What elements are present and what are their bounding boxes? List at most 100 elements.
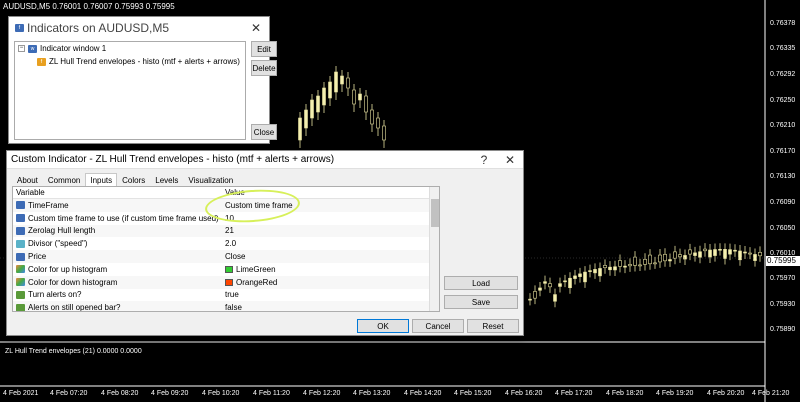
time-tick-label: 4 Feb 08:20 [101,390,139,397]
variable-cell: Custom time frame to use (if custom time… [13,214,223,223]
variable-cell: Zerolag Hull length [13,226,223,235]
grid-row[interactable]: Price Close [13,250,439,263]
variable-label: Color for up histogram [28,264,108,274]
time-tick-label: 4 Feb 14:20 [404,390,442,397]
price-tick-label: 0.76250 [770,97,796,104]
tab-levels[interactable]: Levels [150,173,183,186]
value-cell[interactable]: 21 [223,226,439,235]
variable-label: Turn alerts on? [28,290,82,300]
candle-body [304,109,308,129]
grid-row[interactable]: Alerts on still opened bar? false [13,301,439,312]
candle-body [748,252,752,255]
value-cell[interactable]: true [223,290,439,299]
candle-body [538,287,542,291]
indicator-icon: f [15,24,24,32]
close-button[interactable]: Close [251,124,277,140]
price-tick-label: 0.75930 [770,301,796,308]
price-tick-label: 0.75890 [770,326,796,333]
tab-inputs[interactable]: Inputs [85,173,118,186]
value-cell[interactable]: 2.0 [223,239,439,248]
candle-body [733,249,737,252]
candle-body [358,93,362,101]
grid-row[interactable]: Color for down histogram OrangeRed [13,275,439,289]
save-button[interactable]: Save [444,295,518,309]
ok-button[interactable]: OK [357,319,409,333]
indicator-tree[interactable]: − w Indicator window 1 f ZL Hull Trend e… [14,41,246,140]
color-type-icon [16,265,25,274]
value-cell[interactable]: false [223,303,439,312]
tree-item-label: ZL Hull Trend envelopes - histo (mtf + a… [49,57,240,66]
help-icon[interactable]: ? [471,150,497,170]
candle-body [633,256,637,266]
current-price-tag: 0.75995 [766,256,800,266]
grid-row[interactable]: Divisor ("speed") 2.0 [13,237,439,250]
tab-strip: About Common Inputs Colors Levels Visual… [12,173,238,186]
value-cell[interactable]: Close [223,252,439,261]
edit-button[interactable]: Edit [251,41,277,57]
candle-body [578,273,582,277]
candle-body [673,251,677,259]
candle-body [598,268,602,277]
variable-cell: Color for down histogram [13,278,223,287]
candle-body [723,249,727,259]
col-variable[interactable]: Variable [13,188,223,197]
custom-indicator-titlebar[interactable]: Custom Indicator - ZL Hull Trend envelop… [7,151,523,169]
candle-body [568,277,572,289]
reset-button[interactable]: Reset [467,319,519,333]
time-tick-label: 4 Feb 17:20 [555,390,593,397]
candle-body [678,254,682,258]
grid-scrollbar[interactable] [429,187,439,311]
indicators-titlebar[interactable]: f Indicators on AUDUSD,M5 ✕ [9,17,269,39]
value-label: false [225,303,242,312]
candle-body [663,253,667,262]
tab-about[interactable]: About [12,173,43,186]
variable-cell: Alerts on still opened bar? [13,303,223,312]
price-tick-label: 0.76210 [770,122,796,129]
candle-body [753,254,757,261]
candle-body [743,251,747,254]
candle-body [728,249,732,255]
variable-label: TimeFrame [28,200,69,210]
grid-row[interactable]: Zerolag Hull length 21 [13,224,439,238]
collapse-icon[interactable]: − [18,45,25,52]
candle-body [352,89,356,105]
price-tick-label: 0.76378 [770,20,796,27]
close-icon[interactable]: ✕ [497,150,523,170]
candle-body [364,95,368,113]
variable-label: Custom time frame to use (if custom time… [28,213,219,223]
candle-body [593,269,597,274]
time-tick-label: 4 Feb 07:20 [50,390,88,397]
value-label: OrangeRed [236,277,278,287]
grid-row[interactable]: Turn alerts on? true [13,289,439,302]
close-icon[interactable]: ✕ [243,18,269,38]
variable-label: Alerts on still opened bar? [28,303,121,312]
price-tick-label: 0.76050 [770,225,796,232]
tab-common[interactable]: Common [43,173,85,186]
cancel-button[interactable]: Cancel [412,319,464,333]
tab-colors[interactable]: Colors [117,173,150,186]
load-button[interactable]: Load [444,276,518,290]
tree-root[interactable]: − w Indicator window 1 [15,42,245,55]
number-type-icon [16,214,25,223]
grid-row[interactable]: Color for up histogram LimeGreen [13,263,439,276]
value-cell[interactable]: LimeGreen [223,265,439,274]
candle-body [618,260,622,267]
value-label: 2.0 [225,239,237,249]
color-type-icon [16,278,25,287]
candle-body [648,254,652,265]
candle-body [668,259,672,262]
tab-visualization[interactable]: Visualization [183,173,238,186]
variable-label: Price [28,252,47,262]
scroll-thumb[interactable] [431,199,439,227]
candle-body [703,248,707,252]
value-cell[interactable]: OrangeRed [223,278,439,287]
candle-body [688,249,692,255]
delete-button[interactable]: Delete [251,60,277,76]
candle-body [608,266,612,271]
candle-body [563,280,567,283]
time-tick-label: 4 Feb 13:20 [353,390,391,397]
tree-item-indicator[interactable]: f ZL Hull Trend envelopes - histo (mtf +… [15,55,245,68]
candle-body [370,109,374,125]
time-tick-label: 4 Feb 20:20 [707,390,745,397]
candle-body [603,265,607,269]
